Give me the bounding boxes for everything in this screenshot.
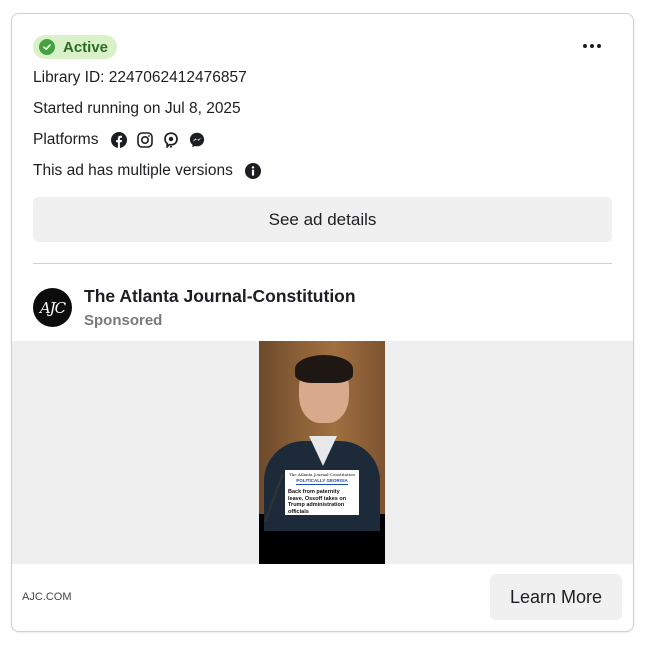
person-hair <box>295 355 353 383</box>
platforms-label: Platforms <box>33 131 99 148</box>
ad-card: Active Library ID: 2247062412476857 Star… <box>11 13 634 632</box>
facebook-icon <box>111 132 128 148</box>
check-circle-icon <box>39 39 55 55</box>
see-ad-details-button[interactable]: See ad details <box>33 197 612 242</box>
more-dot <box>583 44 587 48</box>
advertiser-avatar[interactable]: AJC <box>33 288 72 327</box>
info-icon[interactable] <box>245 162 262 179</box>
platforms-row: Platforms <box>33 131 205 149</box>
avatar-text: AJC <box>39 298 66 317</box>
status-badge: Active <box>33 35 118 59</box>
audience-network-icon <box>164 132 179 148</box>
library-id: Library ID: 2247062412476857 <box>33 69 247 86</box>
sponsored-label: Sponsored <box>84 312 163 329</box>
versions-row: This ad has multiple versions <box>33 162 262 180</box>
creative-masthead: The Atlanta Journal-Constitution <box>289 472 355 477</box>
advertiser-name[interactable]: The Atlanta Journal-Constitution <box>84 286 356 307</box>
more-dot <box>590 44 594 48</box>
messenger-icon <box>190 132 205 148</box>
headline-card: The Atlanta Journal-Constitution POLITIC… <box>285 470 359 515</box>
status-label: Active <box>63 38 109 56</box>
start-date: Started running on Jul 8, 2025 <box>33 100 241 117</box>
creative-section: POLITICALLY GEORGIA <box>296 478 348 485</box>
more-dot <box>597 44 601 48</box>
versions-note: This ad has multiple versions <box>33 162 233 179</box>
ad-video[interactable]: The Atlanta Journal-Constitution POLITIC… <box>259 341 385 564</box>
divider <box>33 263 612 264</box>
more-options-button[interactable] <box>581 38 603 54</box>
platform-icons <box>111 132 205 148</box>
creative-headline: Back from paternity leave, Ossoff takes … <box>288 489 347 515</box>
learn-more-button[interactable]: Learn More <box>490 574 622 620</box>
link-domain: AJC.COM <box>22 591 72 603</box>
instagram-icon <box>137 132 154 148</box>
